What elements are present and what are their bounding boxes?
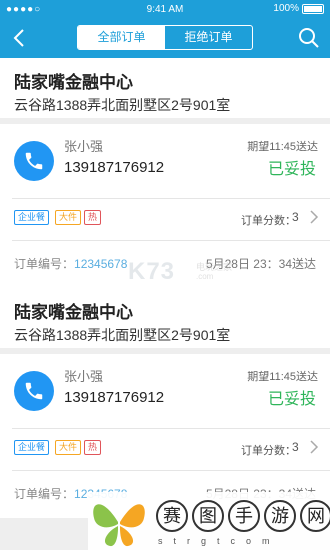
score-label: 订单分数： [241,215,296,227]
order-number-value: 12345678 [74,257,128,271]
footer-brand-char: 图 [192,500,224,532]
divider [12,198,330,199]
address-detail: 云谷路1388弄北面别墅区2号901室 [14,327,231,343]
expected-time: 期望11:45送达 [247,141,318,153]
order-number-label: 订单编号： [14,257,75,271]
divider [12,470,330,471]
status-badge: 已妥投 [267,161,316,178]
address-title: 陆家嘴金融中心 [14,303,133,322]
delivered-time: 5月28日 23：34送达 [205,257,316,271]
order-card: 张小强 139187176912 期望11:45送达 已妥投 企业餐 大件 热 … [0,124,330,288]
butterfly-logo-icon [93,504,145,547]
footer-brand-char: 赛 [156,500,188,532]
customer-name: 张小强 [64,139,104,154]
order-item[interactable]: 陆家嘴金融中心 云谷路1388弄北面别墅区2号901室 张小强 13918717… [0,288,330,518]
score-value: 3 [292,440,299,454]
order-filter-segment: 全部订单 拒绝订单 [77,25,253,50]
nav-bar: 全部订单 拒绝订单 [0,18,330,58]
address-block: 陆家嘴金融中心 云谷路1388弄北面别墅区2号901室 [0,58,330,118]
customer-name: 张小强 [64,369,104,384]
score-label: 订单分数： [241,445,296,457]
address-detail: 云谷路1388弄北面别墅区2号901室 [14,97,231,113]
footer-brand-char: 网 [300,500,330,532]
footer-brand-logo: 赛 图 手 游 网 strgtcom [88,492,330,550]
back-button[interactable] [8,26,32,50]
search-icon [299,28,319,48]
footer-brand-char: 手 [228,500,260,532]
expected-time: 期望11:45送达 [247,371,318,383]
chevron-right-icon [310,210,319,224]
customer-phone[interactable]: 139187176912 [64,389,164,406]
order-number-label: 订单编号： [14,487,75,501]
address-block: 陆家嘴金融中心 云谷路1388弄北面别墅区2号901室 [0,288,330,348]
tag-hot: 热 [84,210,102,225]
order-number: 订单编号：12345678 [14,255,127,272]
score-arrow-button[interactable] [308,209,320,225]
tag-large: 大件 [55,210,82,225]
footer-brand-sub: strgtcom [158,536,281,546]
tag-large: 大件 [55,440,82,455]
footer-brand-char: 游 [264,500,296,532]
status-badge: 已妥投 [267,391,316,408]
battery-percent: 100% [273,3,299,14]
tab-all-orders[interactable]: 全部订单 [78,26,165,49]
divider [12,428,330,429]
tag-enterprise: 企业餐 [14,440,50,455]
divider [12,240,330,241]
tag-hot: 热 [84,440,102,455]
search-button[interactable] [296,25,322,51]
address-title: 陆家嘴金融中心 [14,73,133,92]
customer-phone[interactable]: 139187176912 [64,159,164,176]
chevron-left-icon [13,29,24,47]
status-bar: ●●●●○ 9:41 AM 100% [0,0,330,18]
tab-rejected-orders[interactable]: 拒绝订单 [165,26,252,49]
chevron-right-icon [310,440,319,454]
phone-icon [25,382,43,400]
tag-enterprise: 企业餐 [14,210,50,225]
order-item[interactable]: 陆家嘴金融中心 云谷路1388弄北面别墅区2号901室 张小强 13918717… [0,58,330,288]
phone-icon [25,152,43,170]
battery-icon [302,3,324,14]
battery-area: 100% [273,3,324,14]
footer-brand-chars: 赛 图 手 游 网 [156,500,330,532]
score-arrow-button[interactable] [308,439,320,455]
call-button[interactable] [14,371,54,411]
call-button[interactable] [14,141,54,181]
score-value: 3 [292,210,299,224]
